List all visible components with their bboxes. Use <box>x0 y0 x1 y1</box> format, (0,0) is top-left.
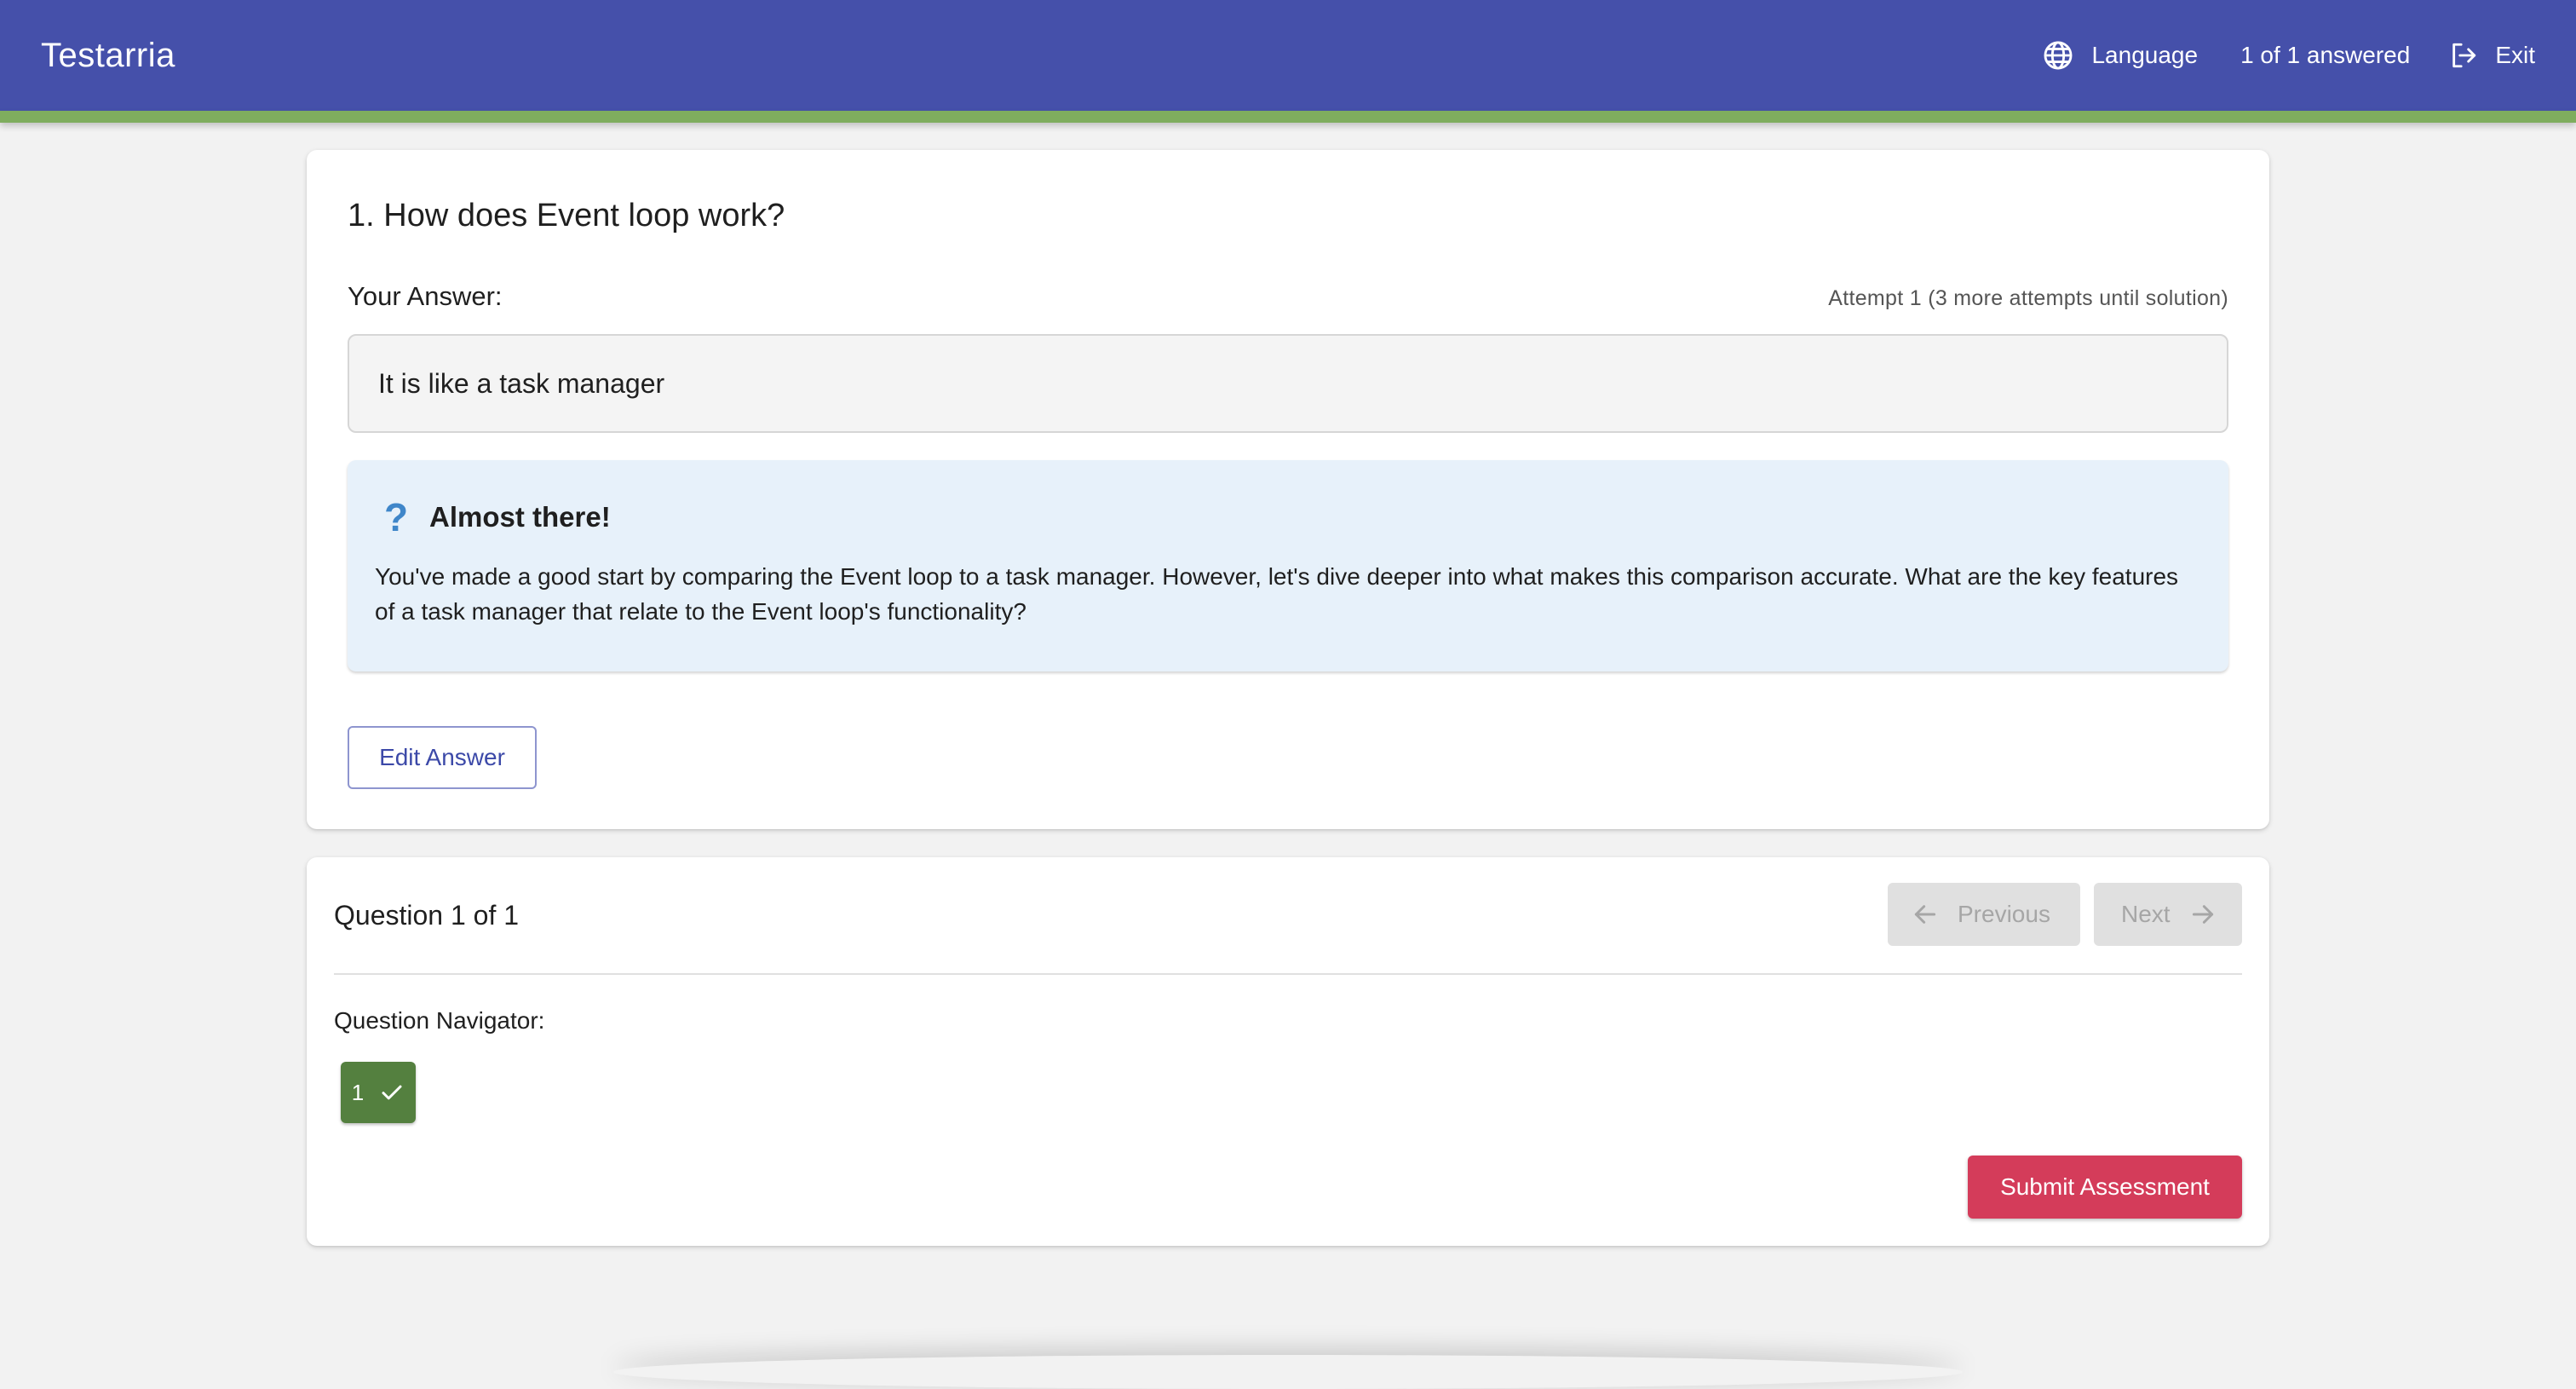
arrow-left-icon <box>1914 905 1936 924</box>
question-title: 1. How does Event loop work? <box>348 198 785 233</box>
question-mark-icon: ? <box>383 495 409 539</box>
bottom-overlay-shadow <box>613 1355 1963 1389</box>
edit-answer-button[interactable]: Edit Answer <box>348 726 537 789</box>
language-button[interactable]: Language <box>2042 39 2198 72</box>
check-icon <box>382 1085 402 1100</box>
feedback-header: ? Almost there! <box>375 494 2201 540</box>
globe-icon <box>2044 41 2073 70</box>
exit-label: Exit <box>2495 42 2535 68</box>
section-divider <box>334 973 2242 975</box>
answer-display: It is like a task manager <box>348 334 2228 433</box>
answered-progress: 1 of 1 answered <box>2240 42 2411 68</box>
navigator-item-1[interactable]: 1 <box>341 1062 416 1123</box>
next-label: Next <box>2121 901 2171 927</box>
next-button[interactable]: Next <box>2094 883 2242 946</box>
app-brand: Testarria <box>41 36 175 74</box>
previous-button[interactable]: Previous <box>1888 883 2080 946</box>
language-label: Language <box>2091 42 2199 68</box>
feedback-text: You've made a good start by comparing th… <box>375 563 2179 625</box>
app-bar: Testarria Language 1 of 1 answered Exit <box>0 0 2576 111</box>
submit-assessment-button[interactable]: Submit Assessment <box>1968 1156 2242 1219</box>
attempt-info: Attempt 1 (3 more attempts until solutio… <box>1828 286 2228 310</box>
question-count: Question 1 of 1 <box>334 900 520 931</box>
answer-header: Your Answer: Attempt 1 (3 more attempts … <box>348 281 2228 312</box>
navigation-card: Question 1 of 1 Previous Next Question N… <box>307 857 2269 1246</box>
exit-icon <box>2452 43 2476 68</box>
prev-next-group: Previous Next <box>1888 883 2242 946</box>
feedback-panel: ? Almost there! You've made a good start… <box>348 460 2228 671</box>
previous-label: Previous <box>1958 901 2050 927</box>
feedback-title: Almost there! <box>429 501 611 533</box>
answer-label: Your Answer: <box>348 281 503 311</box>
question-navigator-label: Question Navigator: <box>334 1007 545 1034</box>
arrow-right-icon <box>2192 905 2213 924</box>
app-bar-actions: Language 1 of 1 answered Exit <box>2042 39 2535 72</box>
question-card: 1. How does Event loop work? Your Answer… <box>307 150 2269 829</box>
app-bar-accent-stripe <box>0 111 2576 123</box>
exit-button[interactable]: Exit <box>2449 41 2535 70</box>
navigator-item-number: 1 <box>351 1079 365 1105</box>
